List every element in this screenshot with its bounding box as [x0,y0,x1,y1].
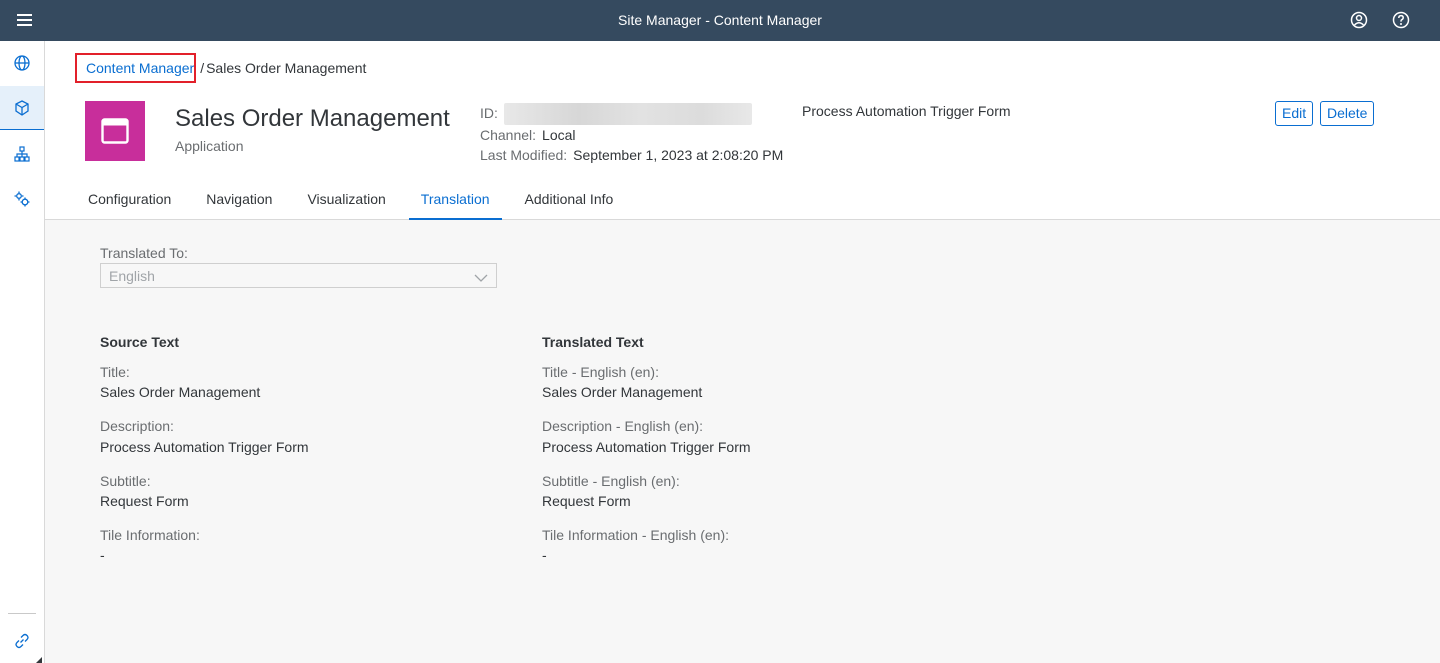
translated-description-label: Description - English (en): [542,418,704,434]
channel-value: Local [542,127,576,144]
object-type: Application [175,138,244,154]
source-title-value: Sales Order Management [100,384,261,400]
language-select[interactable]: English [100,263,497,288]
resize-corner [36,657,42,663]
language-select-value: English [109,268,155,284]
globe-icon[interactable] [0,41,44,85]
translated-title-value: Sales Order Management [542,384,703,400]
source-subtitle-label: Subtitle: [100,473,151,489]
tab-translation[interactable]: Translation [408,179,502,220]
tab-configuration[interactable]: Configuration [76,179,183,220]
translated-text-heading: Translated Text [542,334,644,350]
translated-subtitle-value: Request Form [542,493,631,509]
object-description: Process Automation Trigger Form [802,103,1011,119]
source-subtitle-value: Request Form [100,493,189,509]
breadcrumb-link-content-manager[interactable]: Content Manager [75,53,197,83]
delete-button[interactable]: Delete [1320,101,1375,126]
translated-tile-info-label: Tile Information - English (en): [542,527,729,543]
channel-label: Channel: [480,127,537,144]
edit-button[interactable]: Edit [1275,101,1314,126]
tab-visualization[interactable]: Visualization [295,179,397,220]
tab-navigation[interactable]: Navigation [194,179,284,220]
source-text-heading: Source Text [100,334,180,350]
translated-to-label: Translated To: [100,245,188,261]
translation-panel: Translated To: English Source Text Trans… [45,220,1440,663]
translated-description-value: Process Automation Trigger Form [542,439,751,455]
shell-title: Site Manager - Content Manager [618,12,822,28]
last-modified-value: September 1, 2023 at 2:08:20 PM [573,147,784,164]
shell-bar: Site Manager - Content Manager [0,0,1440,41]
last-modified-label: Last Modified: [480,147,568,164]
id-value-redacted [503,103,752,126]
hierarchy-icon[interactable] [0,132,44,176]
tab-bar: Configuration Navigation Visualization T… [76,179,636,220]
page-title: Sales Order Management [175,105,450,132]
id-label: ID: [480,105,498,121]
nav-divider [8,613,36,614]
tab-additional-info[interactable]: Additional Info [513,179,626,220]
translated-tile-info-value: - [542,547,547,563]
translated-title-label: Title - English (en): [542,364,659,380]
help-icon[interactable] [1391,10,1411,30]
chevron-down-icon [474,270,488,288]
source-description-value: Process Automation Trigger Form [100,439,309,455]
breadcrumb-current: Sales Order Management [206,60,367,76]
translated-subtitle-label: Subtitle - English (en): [542,473,680,489]
source-tile-info-label: Tile Information: [100,527,200,543]
breadcrumb: Content Manager / Sales Order Management [75,53,367,83]
source-description-label: Description: [100,418,174,434]
source-title-label: Title: [100,364,130,380]
source-tile-info-value: - [100,547,105,563]
content-package-icon[interactable] [0,86,44,130]
application-icon [85,101,145,161]
side-navigation [0,41,45,663]
user-profile-icon[interactable] [1349,10,1369,30]
settings-gears-icon[interactable] [0,177,44,221]
object-header: Content Manager / Sales Order Management S… [45,41,1440,220]
breadcrumb-separator: / [200,60,205,76]
object-attributes: ID: Channel: Local Last Modified: Septembe… [480,103,783,165]
